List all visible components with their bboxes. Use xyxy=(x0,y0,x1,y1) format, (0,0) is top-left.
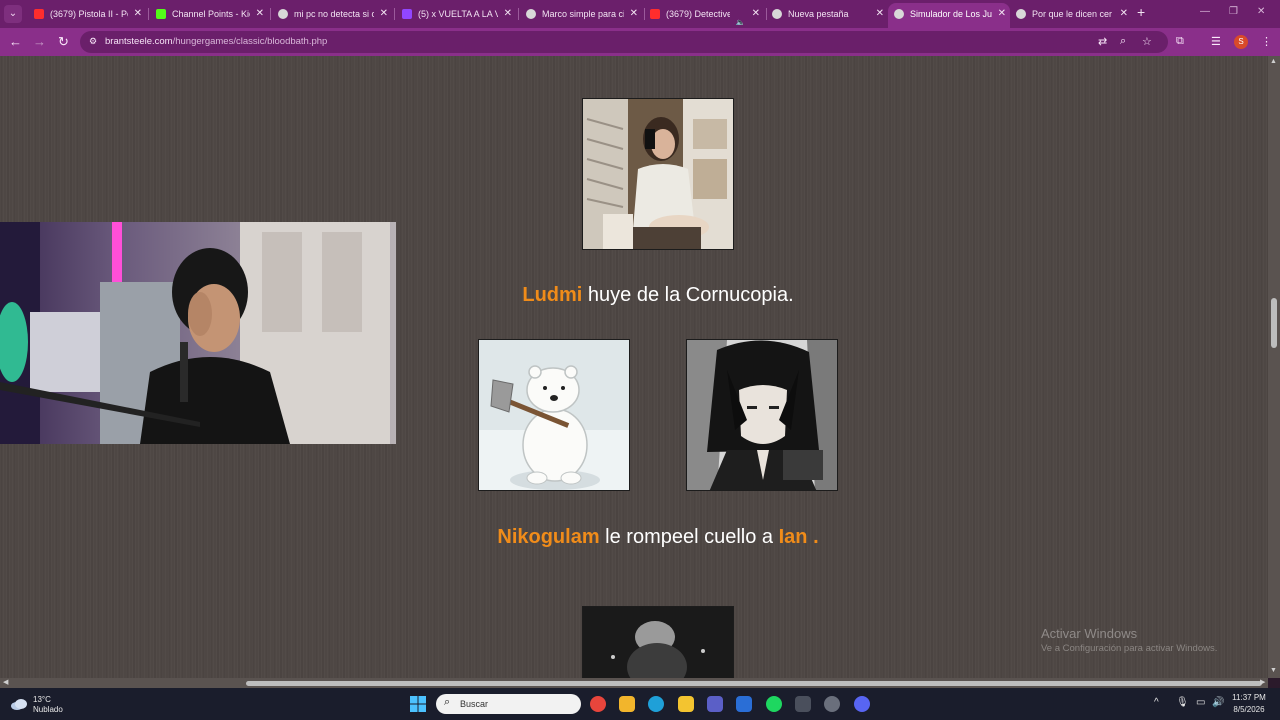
forward-arrow-icon[interactable]: → xyxy=(33,34,46,50)
microphone-icon[interactable]: 🎙 xyxy=(1176,697,1189,708)
activate-windows-subtitle: Ve a Configuración para activar Windows. xyxy=(1041,643,1218,654)
windows-taskbar: 13°C Nublado ⌕ Buscar ^ 🎙 ▭ 🔊 11:37 PM 8… xyxy=(0,688,1280,720)
tab-simulador-active[interactable]: Simulador de Los Jue ✕ xyxy=(888,3,1010,28)
close-icon[interactable]: ✕ xyxy=(998,3,1006,25)
event-line-2: Nikogulam le rompeel cuello a Ian . xyxy=(400,526,916,549)
scroll-left-arrow-icon[interactable]: ◀ xyxy=(3,678,8,686)
event-action-text: huye de la Cornucopia. xyxy=(582,284,794,306)
vertical-scroll-thumb[interactable] xyxy=(1271,298,1277,348)
weather-temperature: 13°C xyxy=(33,695,51,704)
translate-icon[interactable]: ⇄ xyxy=(1098,35,1107,48)
webcam-overlay xyxy=(0,222,396,444)
chatgpt-icon xyxy=(526,9,536,19)
close-icon[interactable]: ✕ xyxy=(380,3,388,25)
profile-avatar[interactable]: S xyxy=(1234,35,1248,49)
tribute-name: Ian . xyxy=(778,526,819,548)
obs-icon[interactable] xyxy=(824,696,840,712)
tribute-portrait-next xyxy=(582,606,734,678)
extensions-icon[interactable]: ⧉ xyxy=(1176,35,1184,48)
chrome-app-icon[interactable] xyxy=(590,696,606,712)
discord-icon[interactable] xyxy=(854,696,870,712)
weather-widget[interactable]: 13°C Nublado xyxy=(10,693,100,715)
weather-condition: Nublado xyxy=(33,705,63,714)
chatgpt-icon xyxy=(278,9,288,19)
chrome-icon xyxy=(772,9,782,19)
search-icon: ⌕ xyxy=(444,696,451,708)
clock-date: 8/5/2026 xyxy=(1233,705,1265,714)
close-icon[interactable]: ✕ xyxy=(256,3,264,25)
url-text[interactable]: brantsteele.com/hungergames/classic/bloo… xyxy=(105,36,327,47)
close-icon[interactable]: ✕ xyxy=(504,3,512,25)
tab-youtube-pistola[interactable]: (3679) Pistola II - Pek ✕ xyxy=(28,3,146,25)
close-icon[interactable]: ✕ xyxy=(134,3,142,25)
browser-toolbar: ← → ↻ ⚙ brantsteele.com/hungergames/clas… xyxy=(0,28,1280,56)
tab-search-icon[interactable]: ⌄ xyxy=(4,5,22,23)
media-controls-icon[interactable]: ☰ xyxy=(1211,35,1221,48)
youtube-icon xyxy=(34,9,44,19)
speaker-icon[interactable]: 🔈 xyxy=(736,18,746,25)
vertical-scrollbar[interactable]: ▲ ▼ xyxy=(1268,56,1280,678)
scroll-right-arrow-icon[interactable]: ▶ xyxy=(1260,678,1265,686)
tribute-name: Ludmi xyxy=(522,284,583,306)
event-line-1: Ludmi huye de la Cornucopia. xyxy=(400,284,916,307)
tribute-portrait-ludmi xyxy=(582,98,734,250)
youtube-icon xyxy=(650,9,660,19)
bookmark-star-icon[interactable]: ☆ xyxy=(1142,35,1152,48)
twitch-icon xyxy=(402,9,412,19)
tab-new-tab[interactable]: Nueva pestaña ✕ xyxy=(766,3,888,25)
back-arrow-icon[interactable]: ← xyxy=(9,34,22,50)
search-placeholder: Buscar xyxy=(460,699,489,709)
tab-chatgpt-pc[interactable]: mi pc no detecta si co ✕ xyxy=(272,3,392,25)
tab-kick[interactable]: Channel Points - Kick ✕ xyxy=(150,3,268,25)
kebab-menu-icon[interactable]: ⋮ xyxy=(1261,35,1272,48)
teams-icon[interactable] xyxy=(707,696,723,712)
close-icon[interactable]: ✕ xyxy=(630,3,638,25)
minimize-icon[interactable]: — xyxy=(1200,6,1210,17)
system-clock[interactable]: 11:37 PM 8/5/2026 xyxy=(1228,692,1270,716)
tab-youtube-detective[interactable]: (3679) Detective F 🔈 ✕ xyxy=(644,3,764,25)
new-tab-button[interactable]: + xyxy=(1137,4,1145,20)
address-bar[interactable]: ⚙ brantsteele.com/hungergames/classic/bl… xyxy=(80,31,1168,53)
site-settings-icon[interactable]: ⚙ xyxy=(89,36,99,46)
edge-icon[interactable] xyxy=(648,696,664,712)
tab-chatgpt-marco[interactable]: Marco simple para ci ✕ xyxy=(520,3,642,25)
close-icon[interactable]: ✕ xyxy=(752,3,760,25)
kick-icon xyxy=(156,9,166,19)
globe-icon xyxy=(1016,9,1026,19)
microsoft-store-icon[interactable] xyxy=(619,696,635,712)
windows-start-icon[interactable] xyxy=(410,696,426,712)
tab-por-que[interactable]: Por que le dicen cer ✕ xyxy=(1010,3,1132,25)
horizontal-scroll-thumb[interactable] xyxy=(246,681,1262,686)
network-icon[interactable]: ▭ xyxy=(1196,697,1205,708)
globe-icon xyxy=(894,9,904,19)
scroll-down-arrow-icon[interactable]: ▼ xyxy=(1270,667,1277,674)
tribute-portrait-nikogulam xyxy=(478,339,630,491)
tab-twitch[interactable]: (5) x VUELTA A LA V ✕ xyxy=(396,3,516,25)
maximize-icon[interactable]: ❐ xyxy=(1229,6,1238,17)
scroll-up-arrow-icon[interactable]: ▲ xyxy=(1270,58,1277,65)
event-action-text: le rompeel cuello a xyxy=(599,526,779,548)
close-icon[interactable]: ✕ xyxy=(1120,3,1128,25)
taskbar-search-box[interactable]: ⌕ Buscar xyxy=(436,694,581,714)
tribute-name: Nikogulam xyxy=(497,526,600,548)
close-icon[interactable]: ✕ xyxy=(876,3,884,25)
close-window-icon[interactable]: ✕ xyxy=(1257,6,1265,17)
zoom-icon[interactable]: ⌕ xyxy=(1120,35,1126,48)
spotify-icon[interactable] xyxy=(766,696,782,712)
clock-time: 11:37 PM xyxy=(1232,693,1266,702)
cloud-icon xyxy=(11,699,27,710)
tab-strip: ⌄ (3679) Pistola II - Pek ✕ Channel Poin… xyxy=(0,0,1280,28)
reload-icon[interactable]: ↻ xyxy=(58,34,69,50)
file-explorer-icon[interactable] xyxy=(678,696,694,712)
horizontal-scrollbar[interactable]: ◀ ▶ xyxy=(0,678,1268,688)
steam-icon[interactable] xyxy=(795,696,811,712)
activate-windows-title: Activar Windows xyxy=(1041,626,1138,641)
page-content: Ludmi huye de la Cornucopia. Nikogulam l… xyxy=(0,56,1280,678)
volume-icon[interactable]: 🔊 xyxy=(1212,697,1224,708)
mail-icon[interactable] xyxy=(736,696,752,712)
tribute-portrait-ian xyxy=(686,339,838,491)
chevron-up-icon[interactable]: ^ xyxy=(1154,697,1159,708)
